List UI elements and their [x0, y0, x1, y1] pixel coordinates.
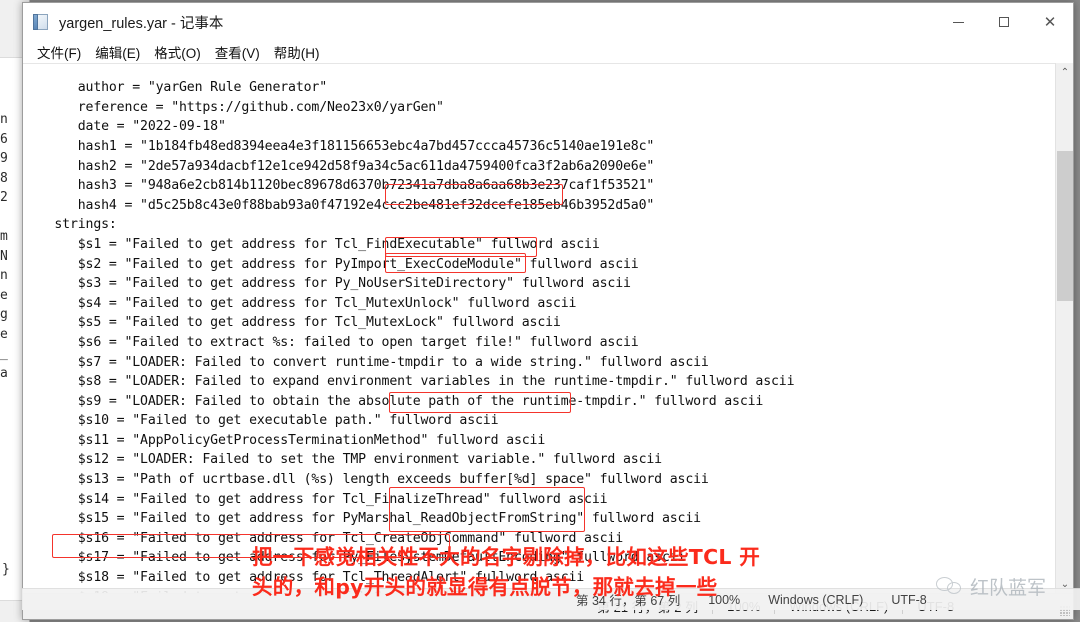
annotation-note-line1: 把一下感觉相关性不大的名字剔除掉，比如这些TCL 开 [252, 545, 761, 569]
editor-text[interactable]: author = "yarGen Rule Generator" referen… [31, 78, 794, 593]
minimize-icon [952, 21, 964, 23]
menu-item-view[interactable]: 查看(V) [209, 41, 266, 63]
screen: n 6 9 8 2 m N n e g e _ a } yargen_rules… [0, 0, 1080, 622]
menu-item-file[interactable]: 文件(F) [31, 41, 87, 63]
menu-item-format[interactable]: 格式(O) [148, 41, 207, 63]
ghost-status-encoding: UTF-8 [891, 592, 927, 607]
window-controls: ✕ [935, 3, 1073, 41]
maximize-icon [999, 17, 1009, 27]
notepad-icon [33, 13, 51, 31]
close-button[interactable]: ✕ [1027, 3, 1073, 41]
menu-item-help[interactable]: 帮助(H) [268, 41, 326, 63]
titlebar[interactable]: yargen_rules.yar - 记事本 ✕ [23, 3, 1073, 41]
background-window-brace: } [2, 562, 10, 577]
watermark-label: 红队蓝军 [969, 577, 1046, 599]
close-icon: ✕ [1043, 12, 1057, 31]
notepad-window: yargen_rules.yar - 记事本 ✕ 文件(F) 编辑(E) 格式(… [22, 2, 1074, 620]
scroll-up-icon[interactable]: ⌃ [1056, 63, 1073, 81]
wechat-icon [935, 575, 966, 599]
maximize-button[interactable] [981, 3, 1027, 41]
editor-area[interactable]: author = "yarGen Rule Generator" referen… [23, 63, 1073, 593]
background-window-text: n 6 9 8 2 m N n e g e _ a [0, 112, 8, 381]
vertical-scrollbar[interactable]: ⌃ ⌄ [1055, 63, 1073, 593]
annotation-note-line2: 头的，和py开头的就显得有点脱节，那就去掉一些 [252, 575, 718, 599]
scrollbar-thumb[interactable] [1057, 151, 1073, 301]
menu-item-edit[interactable]: 编辑(E) [89, 41, 146, 63]
window-title: yargen_rules.yar - 记事本 [59, 15, 224, 32]
titlebar-left: yargen_rules.yar - 记事本 [23, 12, 223, 33]
menubar: 文件(F) 编辑(E) 格式(O) 查看(V) 帮助(H) [23, 41, 1073, 63]
ghost-status-line-ending: Windows (CRLF) [768, 592, 864, 607]
minimize-button[interactable] [935, 3, 981, 41]
watermark: 红队蓝军 [935, 573, 1046, 600]
